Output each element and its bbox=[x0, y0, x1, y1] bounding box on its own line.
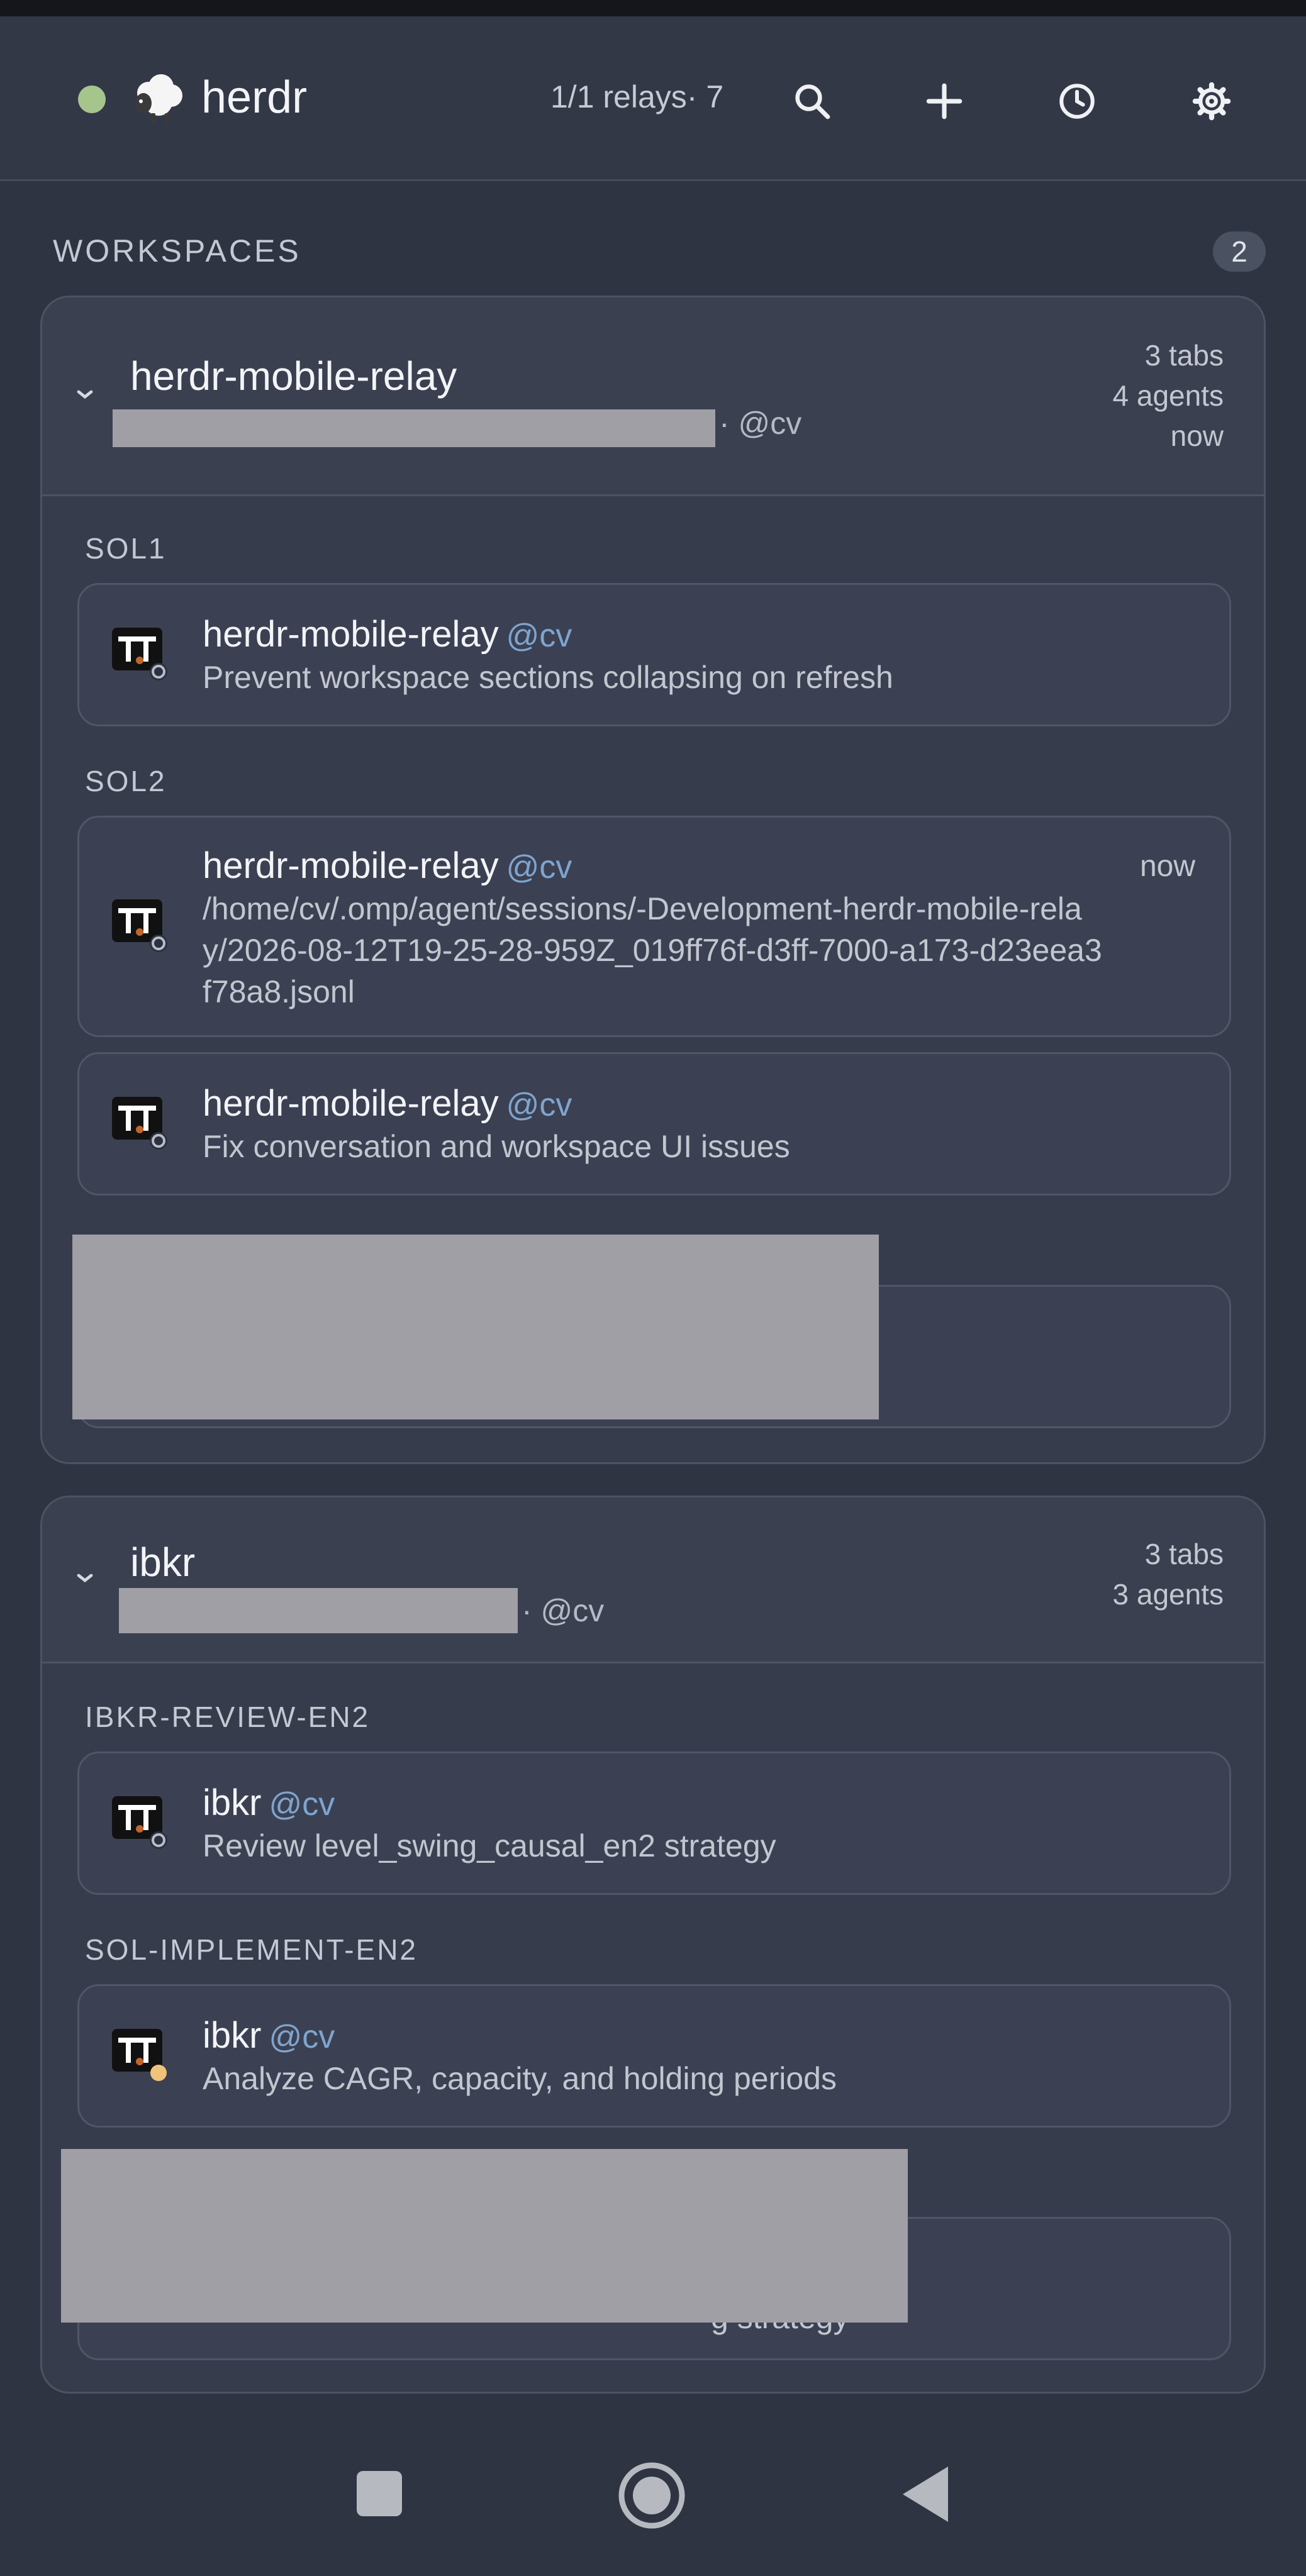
relay-status: 1/1 relays· 7 bbox=[550, 79, 724, 114]
group-label: IBKR-REVIEW-EN2 bbox=[85, 1701, 371, 1733]
agent-time: now bbox=[1139, 850, 1195, 883]
agent-name: herdr-mobile-relay bbox=[203, 1083, 499, 1124]
agent-title: herdr-mobile-relay @cv bbox=[203, 613, 572, 658]
agent-title: ibkr @cv bbox=[203, 2014, 335, 2059]
agent-user: @cv bbox=[269, 2019, 335, 2055]
workspace-agents-count: 3 agents bbox=[1112, 1578, 1224, 1611]
agent-name: herdr-mobile-relay bbox=[203, 845, 499, 886]
triangle-back-icon bbox=[903, 2467, 948, 2522]
workspace-card-herdr-mobile-relay: herdr-mobile-relay · @cv 3 tabs 4 agents… bbox=[40, 296, 1266, 1464]
workspaces-count-badge: 2 bbox=[1213, 231, 1266, 272]
clock-icon bbox=[1059, 84, 1095, 119]
workspace-owner: · @cv bbox=[522, 1593, 605, 1628]
group-label: SOL2 bbox=[85, 765, 167, 797]
agent-subtitle: Prevent workspace sections collapsing on… bbox=[203, 660, 893, 695]
redacted-block bbox=[61, 2149, 908, 2323]
home-button[interactable] bbox=[617, 2460, 687, 2531]
workspaces-heading: WORKSPACES bbox=[53, 233, 301, 269]
agent-name: ibkr bbox=[203, 1782, 262, 1823]
workspace-name: ibkr bbox=[130, 1540, 196, 1585]
workspace-header[interactable]: ibkr · @cv 3 tabs 3 agents bbox=[42, 1497, 1264, 1663]
workspace-tabs-count: 3 tabs bbox=[1144, 339, 1224, 372]
plus-icon bbox=[926, 83, 963, 119]
top-bar: herdr 1/1 relays· 7 bbox=[0, 16, 1306, 181]
agent-name: herdr-mobile-relay bbox=[203, 614, 499, 655]
agent-title: ibkr @cv bbox=[203, 1781, 335, 1826]
agent-title: herdr-mobile-relay @cv bbox=[203, 1082, 572, 1127]
chevron-down-icon[interactable] bbox=[70, 1563, 100, 1593]
group-label: SOL-IMPLEMENT-EN2 bbox=[85, 1933, 418, 1966]
connection-status-indicator bbox=[78, 86, 106, 113]
recents-button[interactable] bbox=[352, 2467, 406, 2521]
workspace-card-ibkr: ibkr · @cv 3 tabs 3 agents IBKR-REVIEW-E… bbox=[40, 1496, 1266, 2394]
agent-subtitle: Review level_swing_causal_en2 strategy bbox=[203, 1828, 776, 1863]
agent-name: ibkr bbox=[203, 2015, 262, 2056]
workspace-tabs-count: 3 tabs bbox=[1144, 1538, 1224, 1570]
agent-card[interactable]: ibkr @cv Review level_swing_causal_en2 st… bbox=[77, 1752, 1231, 1895]
agent-title: herdr-mobile-relay @cv bbox=[203, 844, 572, 889]
agent-card[interactable]: herdr-mobile-relay @cv Fix conversation a… bbox=[77, 1052, 1231, 1196]
agent-user: @cv bbox=[506, 618, 572, 654]
agent-subtitle: Fix conversation and workspace UI issues bbox=[203, 1129, 790, 1164]
redacted-block bbox=[72, 1235, 879, 1419]
square-icon bbox=[357, 2471, 402, 2516]
back-button[interactable] bbox=[897, 2464, 954, 2524]
agent-card[interactable]: herdr-mobile-relay @cv now /home/cv/.omp/… bbox=[77, 816, 1231, 1037]
system-nav-bar bbox=[0, 2412, 1306, 2576]
terminal-agent-icon bbox=[112, 899, 167, 952]
workspace-meta: 3 tabs 3 agents bbox=[1113, 1534, 1224, 1614]
app-title: herdr bbox=[201, 72, 308, 123]
workspace-owner: · @cv bbox=[719, 406, 802, 441]
search-button[interactable] bbox=[778, 67, 847, 136]
agent-user: @cv bbox=[269, 1786, 335, 1823]
workspace-name: herdr-mobile-relay bbox=[130, 353, 457, 399]
search-icon bbox=[795, 84, 830, 119]
workspace-meta: 3 tabs 4 agents now bbox=[1113, 335, 1224, 456]
status-bar bbox=[0, 0, 1306, 16]
workspace-updated: now bbox=[1170, 419, 1224, 452]
circle-icon bbox=[618, 2462, 685, 2529]
agent-subtitle: Analyze CAGR, capacity, and holding peri… bbox=[203, 2061, 837, 2096]
group-label: SOL1 bbox=[85, 532, 167, 565]
terminal-agent-icon bbox=[112, 1097, 167, 1150]
redacted-path bbox=[119, 1588, 518, 1633]
settings-button[interactable] bbox=[1177, 67, 1246, 136]
workspace-agents-count: 4 agents bbox=[1112, 379, 1224, 412]
agent-card[interactable]: ibkr @cv Analyze CAGR, capacity, and hold… bbox=[77, 1984, 1231, 2128]
gear-icon bbox=[1192, 82, 1231, 121]
add-button[interactable] bbox=[910, 67, 979, 136]
terminal-agent-icon bbox=[112, 628, 167, 680]
terminal-agent-icon bbox=[112, 1796, 167, 1849]
workspace-header[interactable]: herdr-mobile-relay · @cv 3 tabs 4 agents… bbox=[42, 297, 1264, 496]
chevron-down-icon[interactable] bbox=[70, 379, 100, 409]
redacted-path bbox=[113, 409, 715, 447]
history-button[interactable] bbox=[1042, 67, 1112, 136]
terminal-agent-icon bbox=[112, 2029, 167, 2081]
agent-user: @cv bbox=[506, 849, 572, 886]
agent-card[interactable]: herdr-mobile-relay @cv Prevent workspace … bbox=[77, 583, 1231, 726]
agent-user: @cv bbox=[506, 1087, 572, 1123]
sheep-logo-icon bbox=[135, 74, 182, 123]
agent-subtitle: /home/cv/.omp/agent/sessions/-Developmen… bbox=[203, 891, 1102, 1009]
